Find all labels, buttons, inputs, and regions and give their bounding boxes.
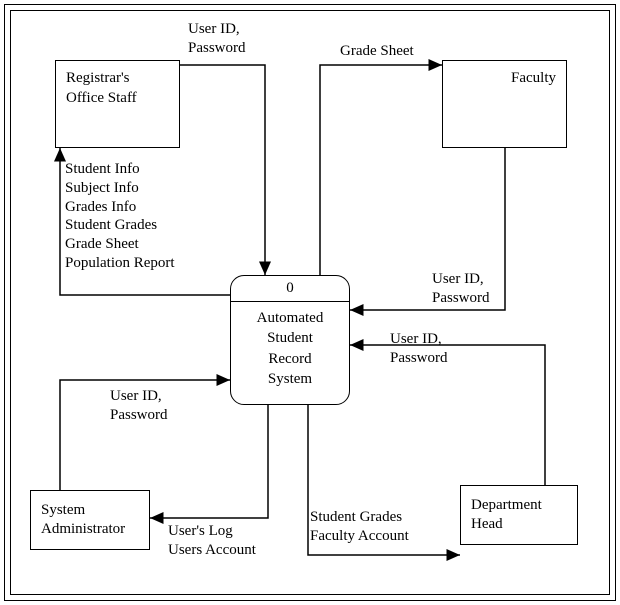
entity-depthead: DepartmentHead bbox=[460, 485, 578, 545]
process-id: 0 bbox=[231, 276, 349, 302]
flow-label-depthead-out: Student GradesFaculty Account bbox=[310, 508, 409, 546]
flow-label-faculty-in: User ID,Password bbox=[432, 270, 490, 308]
flow-label-registrar-out: Student InfoSubject InfoGrades InfoStude… bbox=[65, 160, 175, 273]
entity-sysadmin: SystemAdministrator bbox=[30, 490, 150, 550]
process-central: 0 AutomatedStudentRecordSystem bbox=[230, 275, 350, 405]
flow-label-registrar-in: User ID,Password bbox=[188, 20, 246, 58]
flow-label-sysadmin-in: User ID,Password bbox=[110, 387, 168, 425]
flow-label-sysadmin-out: User's LogUsers Account bbox=[168, 522, 256, 560]
flow-label-depthead-in: User ID,Password bbox=[390, 330, 448, 368]
entity-registrar: Registrar'sOffice Staff bbox=[55, 60, 180, 148]
entity-label: Faculty bbox=[453, 69, 556, 89]
entity-label: Registrar'sOffice Staff bbox=[66, 69, 137, 108]
entity-label: SystemAdministrator bbox=[41, 501, 125, 540]
entity-faculty: Faculty bbox=[442, 60, 567, 148]
flow-label-faculty-out: Grade Sheet bbox=[340, 42, 414, 61]
entity-label: DepartmentHead bbox=[471, 496, 542, 535]
dfd-canvas: Registrar'sOffice Staff Faculty SystemAd… bbox=[0, 0, 620, 605]
process-name: AutomatedStudentRecordSystem bbox=[231, 302, 349, 395]
